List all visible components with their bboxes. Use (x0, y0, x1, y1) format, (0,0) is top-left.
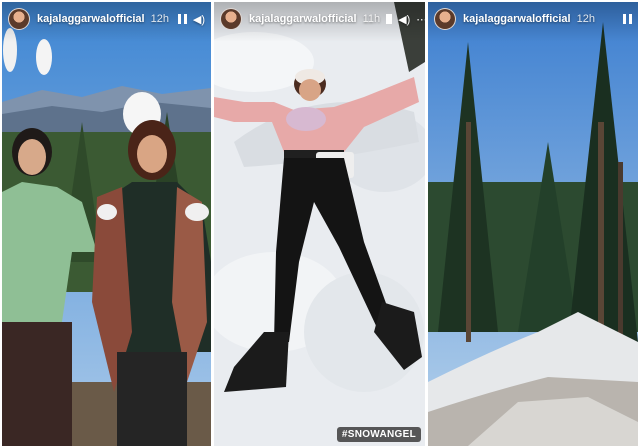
profile-avatar[interactable] (434, 8, 456, 30)
volume-icon[interactable]: ◀) (193, 13, 205, 26)
story-panel-3[interactable]: kajalaggarwalofficial 12h (428, 2, 638, 446)
volume-icon[interactable]: ◀) (398, 13, 410, 26)
username-label[interactable]: kajalaggarwalofficial (37, 13, 145, 25)
story-time: 11h (362, 13, 381, 25)
profile-avatar[interactable] (220, 8, 242, 30)
story-photo-snow-angel (214, 2, 425, 446)
more-icon[interactable]: ⋯ (416, 13, 425, 26)
pause-icon[interactable] (386, 14, 393, 24)
username-label[interactable]: kajalaggarwalofficial (463, 13, 571, 25)
story-panel-1[interactable]: kajalaggarwalofficial 12h ◀) (2, 2, 211, 446)
username-label[interactable]: kajalaggarwalofficial (249, 13, 357, 25)
story-time: 12h (150, 13, 169, 25)
profile-avatar[interactable] (8, 8, 30, 30)
story-header-3: kajalaggarwalofficial 12h (428, 2, 638, 36)
story-panel-2[interactable]: kajalaggarwalofficial 11h ◀) ⋯ #SNOWANGE… (214, 2, 425, 446)
story-header-1: kajalaggarwalofficial 12h ◀) (2, 2, 211, 36)
story-header-2: kajalaggarwalofficial 11h ◀) ⋯ (214, 2, 425, 36)
story-photo-snow-throw (2, 2, 211, 446)
pause-icon[interactable] (623, 14, 632, 24)
story-time: 12h (576, 13, 595, 25)
pause-icon[interactable] (177, 14, 187, 24)
hashtag-sticker[interactable]: #SNOWANGEL (336, 427, 421, 442)
story-photo-forest-trail (428, 2, 638, 446)
